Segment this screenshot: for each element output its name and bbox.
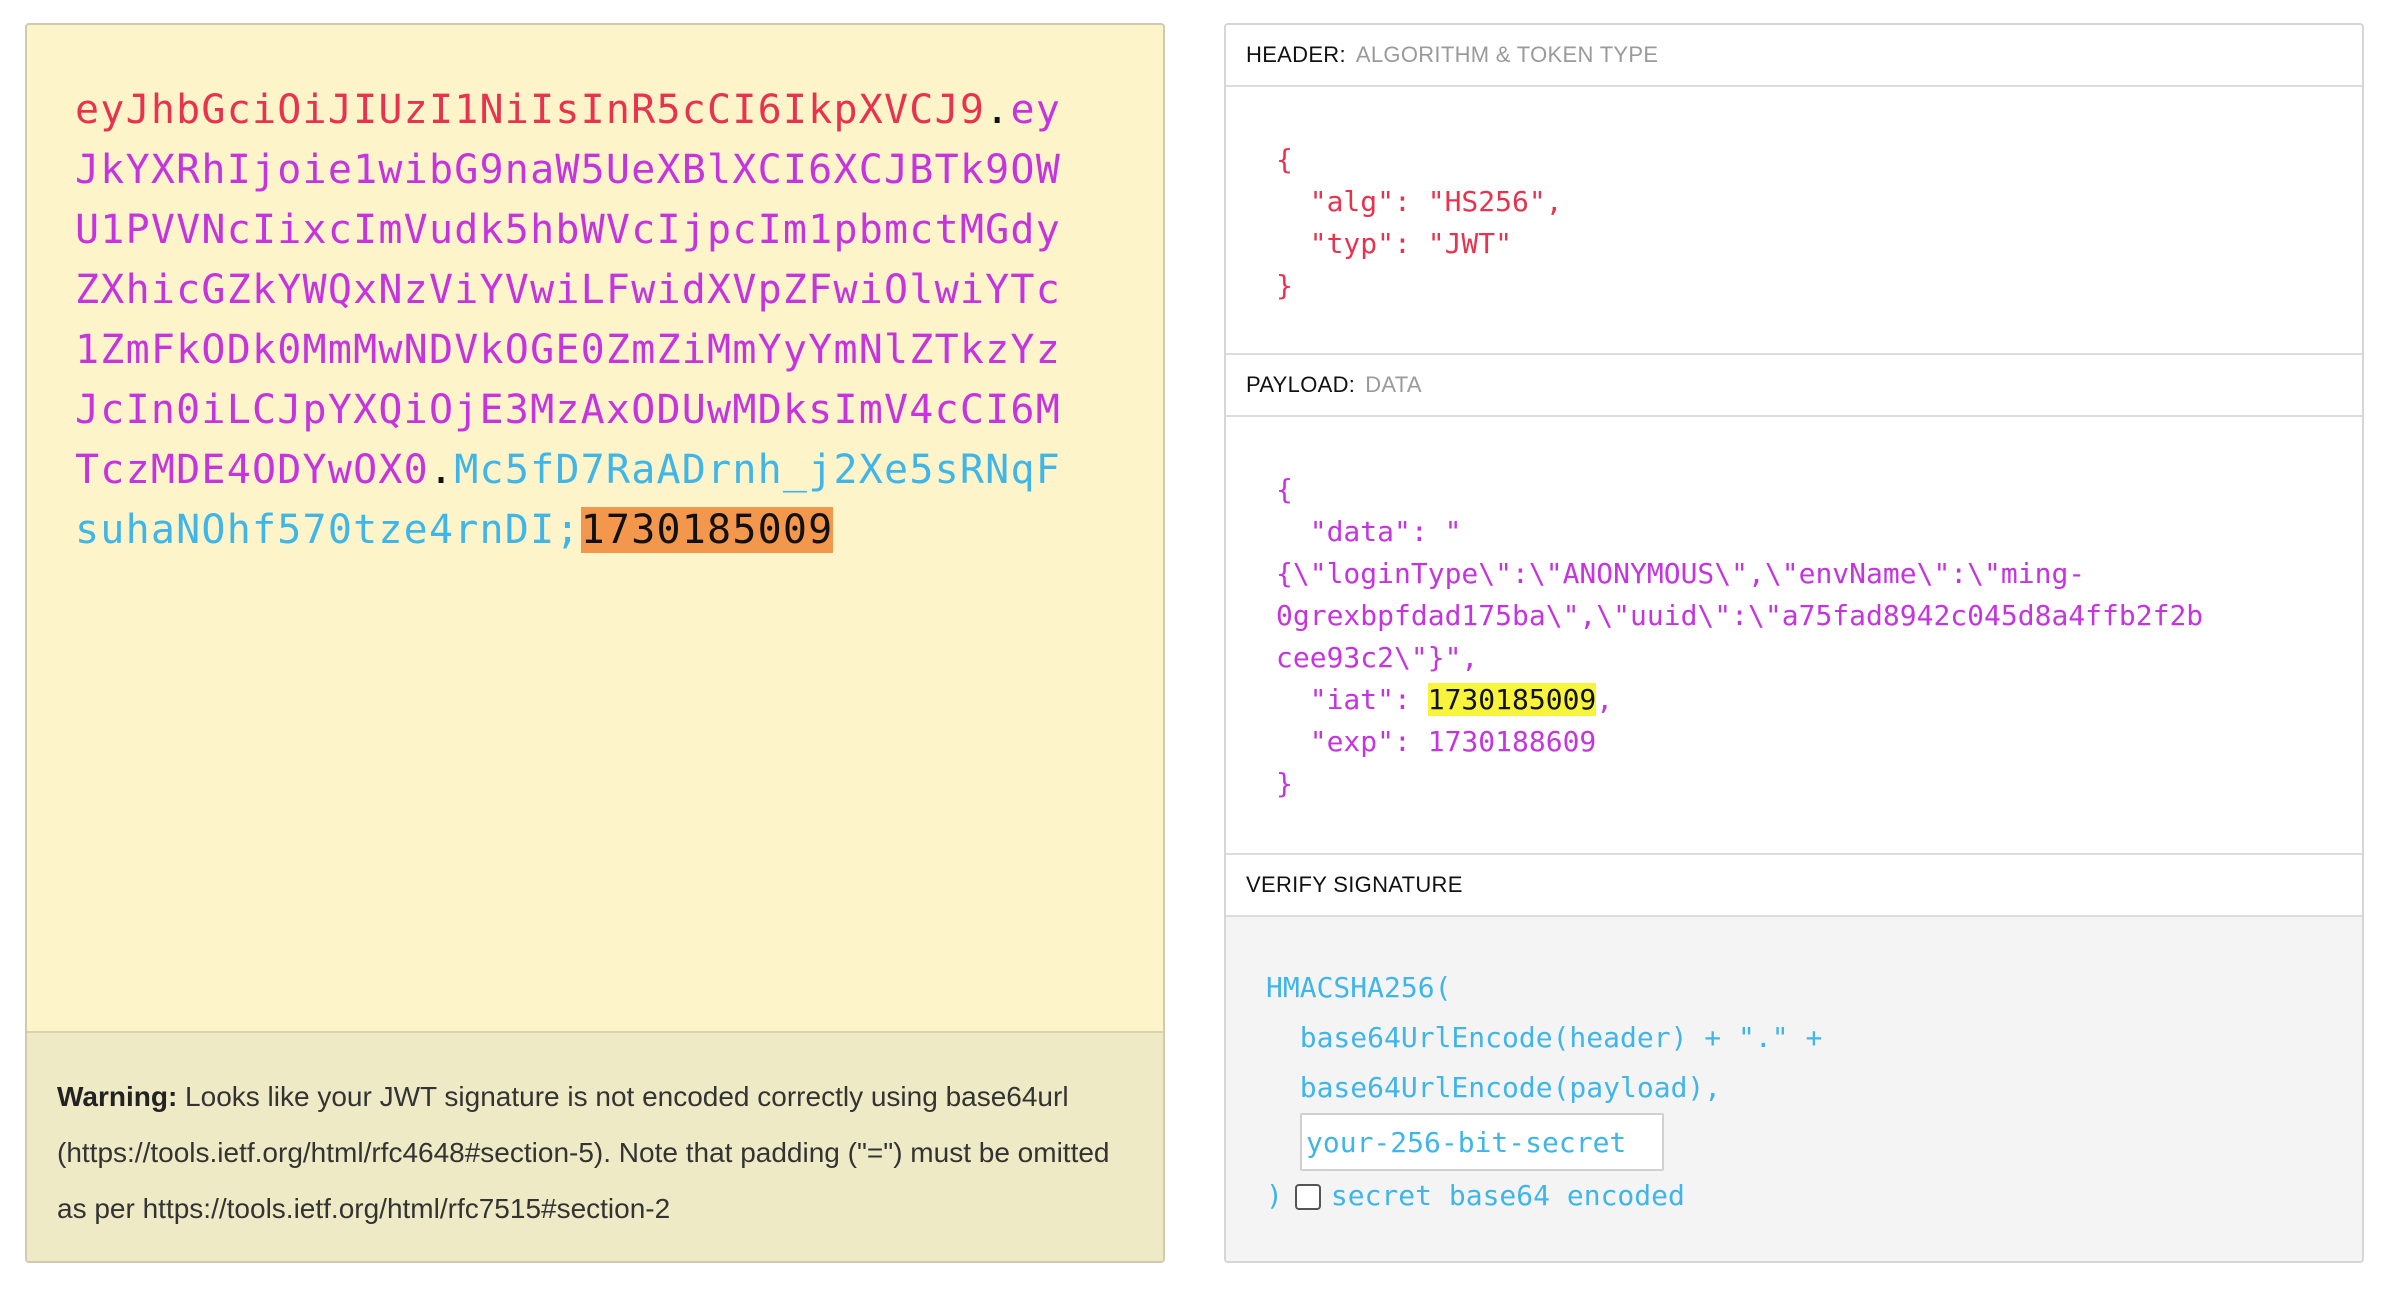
iat-highlight: 1730185009: [1427, 683, 1597, 716]
verify-section-title: VERIFY SIGNATURE: [1226, 855, 2362, 917]
encoded-token-text[interactable]: eyJhbGciOiJIUzI1NiIsInR5cCI6IkpXVCJ9.eyJ…: [75, 80, 1065, 560]
warning-text: Looks like your JWT signature is not enc…: [57, 1081, 1110, 1224]
encoded-token-panel[interactable]: eyJhbGciOiJIUzI1NiIsInR5cCI6IkpXVCJ9.eyJ…: [25, 23, 1165, 1263]
token-separator: .: [428, 447, 455, 493]
header-json-editor[interactable]: { "alg": "HS256", "typ": "JWT" }: [1226, 87, 2362, 355]
token-separator: .: [985, 87, 1011, 133]
hmac-function: HMACSHA256(: [1266, 971, 1452, 1004]
payload-json-editor[interactable]: { "data": " {\"loginType\":\"ANONYMOUS\"…: [1226, 417, 2362, 855]
decoded-panel: HEADER: ALGORITHM & TOKEN TYPE { "alg": …: [1224, 23, 2364, 1263]
header-encode-arg: base64UrlEncode(header) + "." +: [1266, 1021, 1823, 1054]
base64-secret-checkbox[interactable]: [1294, 1184, 1321, 1210]
base64-secret-label[interactable]: secret base64 encoded: [1331, 1179, 1685, 1212]
secret-input[interactable]: [1300, 1113, 1664, 1171]
payload-section-title: PAYLOAD: DATA: [1226, 355, 2362, 417]
verify-signature-body: HMACSHA256( base64UrlEncode(header) + ".…: [1226, 917, 2362, 1261]
token-payload-segment: eyJkYXRhIjoie1wibG9naW5UeXBlXCI6XCJBTk9O…: [75, 87, 1062, 493]
close-paren: ): [1266, 1179, 1283, 1212]
header-section-title: HEADER: ALGORITHM & TOKEN TYPE: [1226, 25, 2362, 87]
token-header-segment: eyJhbGciOiJIUzI1NiIsInR5cCI6IkpXVCJ9: [75, 87, 986, 133]
payload-encode-arg: base64UrlEncode(payload),: [1266, 1071, 1722, 1104]
signature-warning: Warning: Looks like your JWT signature i…: [27, 1031, 1163, 1261]
token-invalid-suffix: 1730185009: [580, 507, 834, 553]
warning-label: Warning:: [57, 1081, 178, 1112]
